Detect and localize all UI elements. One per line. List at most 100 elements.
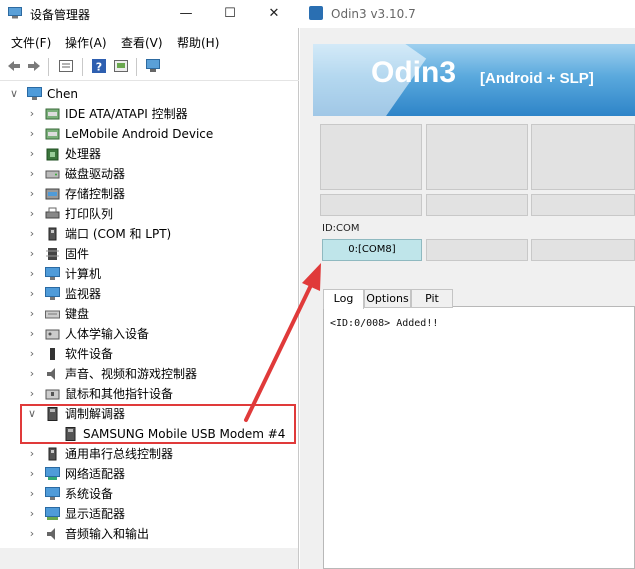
chevron-right-icon[interactable]: › xyxy=(27,364,37,384)
forward-arrow-icon[interactable] xyxy=(26,58,42,74)
tree-category-label: LeMobile Android Device xyxy=(65,127,214,141)
com-slot-0: 0:[COM8] xyxy=(322,239,422,261)
tree-category-label: 打印队列 xyxy=(65,207,114,221)
tab-pit[interactable]: Pit xyxy=(411,289,453,308)
toolbar-separator xyxy=(48,58,49,76)
tree-category-label: 固件 xyxy=(65,247,90,261)
tree-category-label: 存储控制器 xyxy=(65,187,126,201)
banner-subtitle: [Android + SLP] xyxy=(480,70,594,87)
svg-text:?: ? xyxy=(96,61,102,74)
toolbar-separator xyxy=(82,58,83,76)
tree-category-label: 系统设备 xyxy=(65,487,114,501)
system-device-icon xyxy=(45,487,60,500)
network-adapter-icon xyxy=(45,467,60,480)
odin-banner: Odin3 [Android + SLP] xyxy=(313,44,635,116)
printer-icon xyxy=(45,207,60,219)
chevron-right-icon[interactable]: › xyxy=(27,284,37,304)
status-slot xyxy=(320,194,422,216)
audio-io-icon xyxy=(47,528,55,540)
tree-category-label: IDE ATA/ATAPI 控制器 xyxy=(65,107,188,121)
display-adapter-icon xyxy=(45,507,60,520)
processor-icon xyxy=(46,148,59,161)
device-manager-window: 设备管理器 — ☐ ✕ 文件(F) 操作(A) 查看(V) 帮助(H) ? ∨ … xyxy=(0,0,299,569)
menu-bar: 文件(F) 操作(A) 查看(V) 帮助(H) xyxy=(0,32,299,52)
tree-category-label: 计算机 xyxy=(65,267,102,281)
tree-category-label: 音频输入和输出 xyxy=(65,527,150,541)
chevron-right-icon[interactable]: › xyxy=(27,324,37,344)
chevron-right-icon[interactable]: › xyxy=(27,304,37,324)
chevron-down-icon[interactable]: ∨ xyxy=(9,84,19,104)
toolbar-separator xyxy=(136,58,137,76)
properties-icon[interactable] xyxy=(58,58,74,74)
chevron-right-icon[interactable]: › xyxy=(27,144,37,164)
tree-category-label: 人体学输入设备 xyxy=(65,327,150,341)
tree-category-label: 显示适配器 xyxy=(65,507,126,521)
disk-drive-icon xyxy=(45,170,60,179)
mouse-icon xyxy=(45,389,60,400)
software-device-icon xyxy=(50,348,55,360)
maximize-button[interactable]: ☐ xyxy=(220,4,240,24)
firmware-icon xyxy=(46,248,59,260)
status-slot xyxy=(426,194,528,216)
chevron-right-icon[interactable]: › xyxy=(27,224,37,244)
chevron-right-icon[interactable]: › xyxy=(27,124,37,144)
back-arrow-icon[interactable] xyxy=(6,58,22,74)
monitor-icon xyxy=(45,287,60,300)
status-bar xyxy=(0,548,298,569)
tree-category-label: 磁盘驱动器 xyxy=(65,167,126,181)
chevron-right-icon[interactable]: › xyxy=(27,524,37,544)
menu-help[interactable]: 帮助(H) xyxy=(177,34,219,51)
chevron-right-icon[interactable]: › xyxy=(27,384,37,404)
update-driver-icon[interactable] xyxy=(113,58,129,74)
tab-log[interactable]: Log xyxy=(323,289,364,309)
tree-category-label: 端口 (COM 和 LPT) xyxy=(65,227,172,241)
usb-icon xyxy=(48,447,57,461)
odin-window: Odin3 v3.10.7 Odin3 [Android + SLP] ID:C… xyxy=(300,0,635,569)
minimize-button[interactable]: — xyxy=(176,4,196,24)
tree-category-label: 软件设备 xyxy=(65,347,114,361)
progress-slot xyxy=(320,124,422,190)
tree-category-label: 处理器 xyxy=(65,147,102,161)
progress-slot xyxy=(426,124,528,190)
tree-category-label: 鼠标和其他指针设备 xyxy=(65,387,174,401)
help-icon[interactable]: ? xyxy=(91,58,107,74)
status-slot xyxy=(531,194,635,216)
tab-options[interactable]: Options xyxy=(364,289,411,308)
chevron-right-icon[interactable]: › xyxy=(27,244,37,264)
chevron-right-icon[interactable]: › xyxy=(27,164,37,184)
tree-category-label: 声音、视频和游戏控制器 xyxy=(65,367,198,381)
chevron-right-icon[interactable]: › xyxy=(27,504,37,524)
menu-action[interactable]: 操作(A) xyxy=(65,34,107,51)
tree-category-label: 通用串行总线控制器 xyxy=(65,447,174,461)
odin-window-title: Odin3 v3.10.7 xyxy=(331,7,416,21)
chevron-right-icon[interactable]: › xyxy=(27,204,37,224)
chevron-right-icon[interactable]: › xyxy=(27,344,37,364)
chevron-right-icon[interactable]: › xyxy=(27,104,37,124)
menu-file[interactable]: 文件(F) xyxy=(11,34,51,51)
tree-root-label: Chen xyxy=(47,87,78,101)
ide-controller-icon xyxy=(45,108,60,120)
chevron-right-icon[interactable]: › xyxy=(27,484,37,504)
window-title: 设备管理器 xyxy=(30,8,91,22)
chevron-right-icon[interactable]: › xyxy=(27,464,37,484)
com-slot-2 xyxy=(531,239,635,261)
log-panel: <ID:0/008> Added!! xyxy=(323,306,635,569)
sound-icon xyxy=(47,368,55,380)
close-button[interactable]: ✕ xyxy=(264,4,284,24)
com-slot-1 xyxy=(426,239,528,261)
chevron-right-icon[interactable]: › xyxy=(27,264,37,284)
id-com-label: ID:COM xyxy=(322,223,360,234)
scan-hardware-icon[interactable] xyxy=(145,58,161,74)
chevron-right-icon[interactable]: › xyxy=(27,184,37,204)
device-manager-icon xyxy=(8,7,22,19)
tree-category-label: 键盘 xyxy=(65,307,90,321)
chevron-right-icon[interactable]: › xyxy=(27,444,37,464)
tree-category-label: 网络适配器 xyxy=(65,467,126,481)
progress-slot xyxy=(531,124,635,190)
menu-view[interactable]: 查看(V) xyxy=(121,34,163,51)
keyboard-icon xyxy=(45,310,60,319)
port-icon xyxy=(48,227,57,241)
toolbar: ? xyxy=(0,54,299,81)
device-manager-titlebar: 设备管理器 — ☐ ✕ xyxy=(0,0,299,28)
storage-controller-icon xyxy=(45,188,60,200)
